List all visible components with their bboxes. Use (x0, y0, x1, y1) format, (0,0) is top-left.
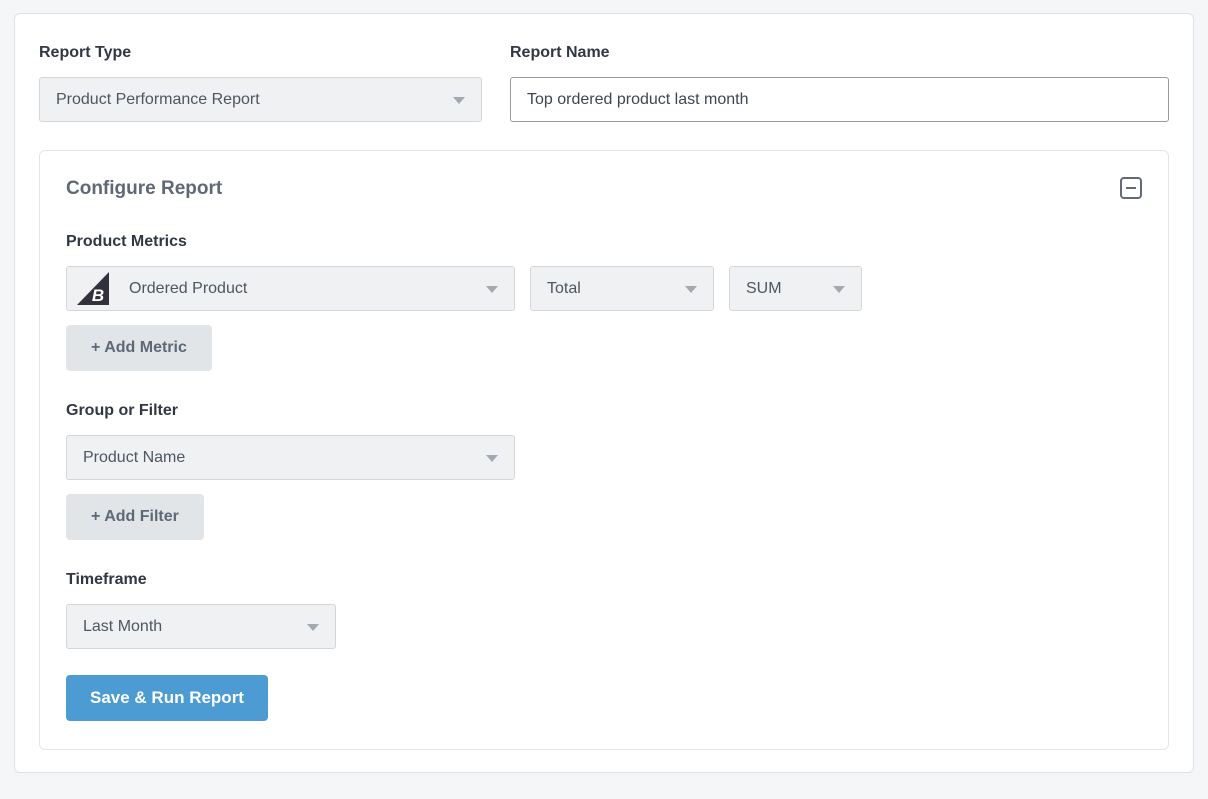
report-name-label: Report Name (510, 44, 1169, 62)
bigcommerce-icon: B (77, 272, 109, 305)
group-or-filter-value: Product Name (83, 449, 185, 467)
save-run-report-button[interactable]: Save & Run Report (66, 675, 268, 721)
add-filter-button[interactable]: + Add Filter (66, 494, 204, 540)
metric-source-select[interactable]: B Ordered Product (66, 266, 515, 311)
metric-aggregation-select[interactable]: SUM (729, 266, 862, 311)
configure-report-card: Configure Report Product Metrics B Order… (39, 150, 1169, 750)
caret-down-icon (453, 97, 465, 104)
svg-text:B: B (92, 286, 104, 305)
metric-row: B Ordered Product Total SUM (66, 266, 1142, 311)
metric-source-value: Ordered Product (129, 280, 247, 298)
group-or-filter-label: Group or Filter (66, 401, 1142, 420)
caret-down-icon (486, 455, 498, 462)
report-name-field: Report Name (510, 44, 1169, 122)
save-button-row: Save & Run Report (66, 649, 1142, 721)
minus-icon (1126, 187, 1136, 189)
configure-report-title: Configure Report (66, 177, 222, 200)
report-type-value: Product Performance Report (56, 91, 260, 109)
report-builder-card: Report Type Product Performance Report R… (14, 13, 1194, 773)
caret-down-icon (685, 286, 697, 293)
report-type-label: Report Type (39, 44, 482, 62)
report-header-row: Report Type Product Performance Report R… (39, 44, 1169, 122)
caret-down-icon (833, 286, 845, 293)
group-or-filter-select[interactable]: Product Name (66, 435, 515, 480)
add-metric-button[interactable]: + Add Metric (66, 325, 212, 371)
timeframe-label: Timeframe (66, 570, 1142, 589)
metric-aggregation-value: SUM (746, 280, 782, 298)
report-name-input[interactable] (510, 77, 1169, 122)
metric-field-select[interactable]: Total (530, 266, 714, 311)
report-type-select[interactable]: Product Performance Report (39, 77, 482, 122)
collapse-section-button[interactable] (1120, 177, 1142, 199)
caret-down-icon (486, 286, 498, 293)
timeframe-value: Last Month (83, 618, 162, 636)
metric-field-value: Total (547, 280, 581, 298)
product-metrics-label: Product Metrics (66, 232, 1142, 251)
report-type-field: Report Type Product Performance Report (39, 44, 482, 122)
caret-down-icon (307, 624, 319, 631)
timeframe-select[interactable]: Last Month (66, 604, 336, 649)
configure-report-header: Configure Report (66, 177, 1142, 200)
